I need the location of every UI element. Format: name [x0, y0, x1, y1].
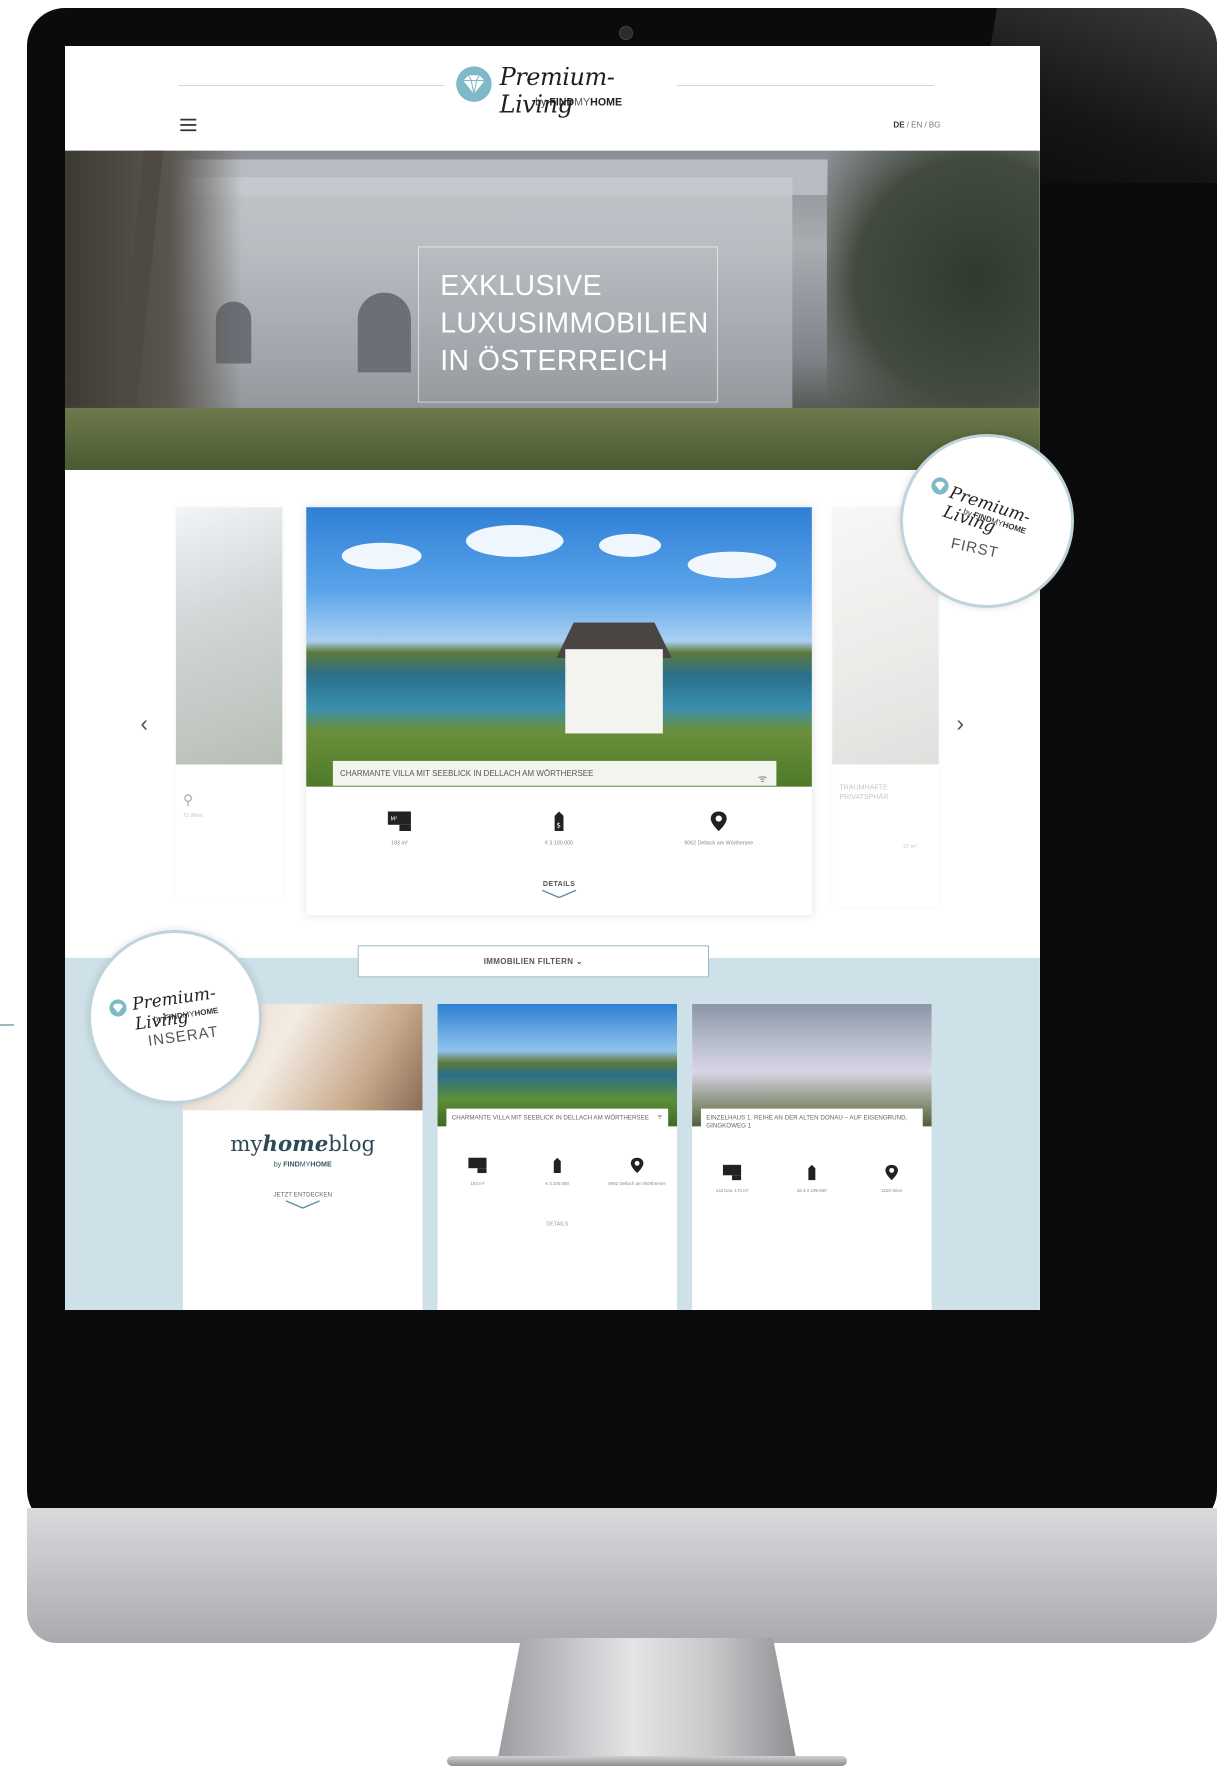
wifi-icon: ᯤ: [657, 1113, 663, 1121]
stat-price: ab € 2.199.900: [776, 1164, 847, 1195]
blog-cta-link[interactable]: JETZT ENTDECKEN: [183, 1192, 422, 1209]
chevron-down-icon: ⌄: [575, 956, 583, 966]
chevron-down-icon: [541, 889, 577, 899]
property-location: 1220 Wien: [881, 1188, 903, 1194]
property-image: [175, 507, 283, 765]
location-pin-icon: [885, 1164, 898, 1181]
website-screen: Premium-Living by FINDMYHOME DE / EN / B…: [65, 46, 1040, 1310]
stat-area: 183 m²: [442, 1157, 513, 1188]
image-cloud: [341, 542, 422, 570]
menu-icon[interactable]: [180, 118, 197, 132]
header-divider-right: [677, 85, 935, 86]
monitor-stand-base: [447, 1756, 847, 1766]
carousel-prev-button[interactable]: ‹: [140, 709, 148, 736]
area-icon: [468, 1157, 487, 1174]
stat-location: 9062 Dellach am Wörthersee: [648, 811, 790, 846]
property-area: 37 m²: [903, 844, 917, 850]
carousel-card-prev[interactable]: ⚲ 72 Wien: [175, 507, 283, 898]
location-pin-icon: ⚲: [182, 792, 194, 808]
details-link[interactable]: DETAILS: [438, 1222, 677, 1227]
hero-banner: EXKLUSIVE LUXUSIMMOBILIEN IN ÖSTERREICH: [65, 150, 1040, 470]
logo-subtitle: by FINDMYHOME: [535, 95, 623, 109]
hero-title-box: EXKLUSIVE LUXUSIMMOBILIEN IN ÖSTERREICH: [418, 246, 718, 403]
stat-price: $ € 3.100.000: [488, 811, 630, 846]
featured-property-caption: CHARMANTE VILLA MIT SEEBLICK IN DELLACH …: [332, 760, 777, 786]
hero-lawn: [65, 407, 1040, 470]
diamond-icon: [109, 999, 127, 1017]
details-button[interactable]: DETAILS: [524, 880, 595, 899]
hero-title: EXKLUSIVE LUXUSIMMOBILIEN IN ÖSTERREICH: [440, 269, 709, 376]
diamond-icon: [456, 66, 492, 102]
site-header: Premium-Living by FINDMYHOME DE / EN / B…: [65, 46, 1040, 151]
property-area: 143 bzw. 173 m²: [715, 1188, 749, 1194]
image-cloud: [687, 551, 777, 579]
stat-area: M² 183 m²: [328, 811, 470, 846]
filter-properties-button[interactable]: IMMOBILIEN FILTERN ⌄: [357, 945, 709, 978]
area-icon: M²: [387, 811, 411, 831]
carousel-next-button[interactable]: ›: [956, 709, 964, 736]
property-location: 72 Wien: [182, 813, 203, 819]
property-caption: CHARMANTE VILLA MIT SEEBLICK IN DELLACH …: [446, 1108, 669, 1128]
featured-property-image: CHARMANTE VILLA MIT SEEBLICK IN DELLACH …: [306, 507, 812, 787]
image-house: [565, 649, 663, 734]
property-area: 183 m²: [470, 1181, 485, 1187]
property-price: € 3.100.000: [545, 1181, 569, 1187]
hero-window: [357, 292, 411, 373]
language-switcher[interactable]: DE / EN / BG: [893, 121, 940, 130]
logo-script: Premium-Living: [499, 63, 615, 119]
diamond-icon: [931, 477, 949, 495]
site-logo[interactable]: Premium-Living by FINDMYHOME: [455, 58, 668, 120]
property-tile[interactable]: EINZELHAUS 1. REIHE AN DER ALTEN DONAU –…: [692, 1003, 932, 1310]
property-price: € 3.100.000: [544, 840, 574, 847]
stat-price: € 3.100.000: [522, 1157, 593, 1188]
decorative-dash: [0, 1024, 14, 1026]
price-tag-icon: $: [554, 811, 564, 831]
property-tile[interactable]: CHARMANTE VILLA MIT SEEBLICK IN DELLACH …: [437, 1003, 678, 1310]
image-cloud: [598, 533, 662, 557]
premium-inserat-badge: Premium-Living by FINDMYHOME INSERAT: [88, 930, 262, 1104]
property-caption: EINZELHAUS 1. REIHE AN DER ALTEN DONAU –…: [700, 1108, 923, 1136]
wifi-icon: ᯤ: [757, 772, 768, 785]
premium-first-badge: Premium-Living by FINDMYHOME FIRST: [900, 434, 1074, 608]
price-tag-icon: [808, 1164, 816, 1181]
stat-location: 9062 Dellach am Wörthersee: [602, 1157, 673, 1188]
badge-label-first: FIRST: [949, 535, 1001, 562]
monitor-chin: [27, 1508, 1217, 1643]
property-stats: M² 183 m² $ € 3.100.000 9062 Dellach am …: [306, 811, 812, 882]
property-stats: 183 m² € 3.100.000 9062 Dellach am Wörth…: [438, 1157, 677, 1219]
location-pin-icon: [710, 811, 727, 831]
header-divider-left: [178, 85, 445, 86]
stat-location: 1220 Wien: [856, 1164, 927, 1195]
blog-title: myhomeblog: [230, 1130, 376, 1157]
image-cloud: [465, 524, 564, 557]
property-stats: 143 bzw. 173 m² ab € 2.199.900 1220 Wien: [692, 1164, 931, 1226]
property-area: 183 m²: [391, 840, 408, 847]
area-icon: [722, 1164, 742, 1181]
property-location: 9062 Dellach am Wörthersee: [608, 1181, 666, 1187]
svg-text:M²: M²: [391, 815, 398, 822]
location-pin-icon: [630, 1157, 644, 1174]
property-price: ab € 2.199.900: [797, 1188, 827, 1194]
property-caption: TRAUMHAFTE PRIVATSPHÄR: [839, 783, 889, 801]
stat-area: 143 bzw. 173 m²: [697, 1164, 768, 1195]
chevron-down-icon: [285, 1200, 320, 1209]
featured-property-card[interactable]: CHARMANTE VILLA MIT SEEBLICK IN DELLACH …: [306, 507, 812, 916]
camera-icon: [619, 26, 633, 40]
monitor-stand: [497, 1638, 797, 1763]
blog-subtitle: by FINDMYHOME: [273, 1160, 332, 1169]
svg-text:$: $: [556, 820, 561, 829]
property-location: 9062 Dellach am Wörthersee: [684, 840, 754, 847]
price-tag-icon: [553, 1157, 561, 1174]
